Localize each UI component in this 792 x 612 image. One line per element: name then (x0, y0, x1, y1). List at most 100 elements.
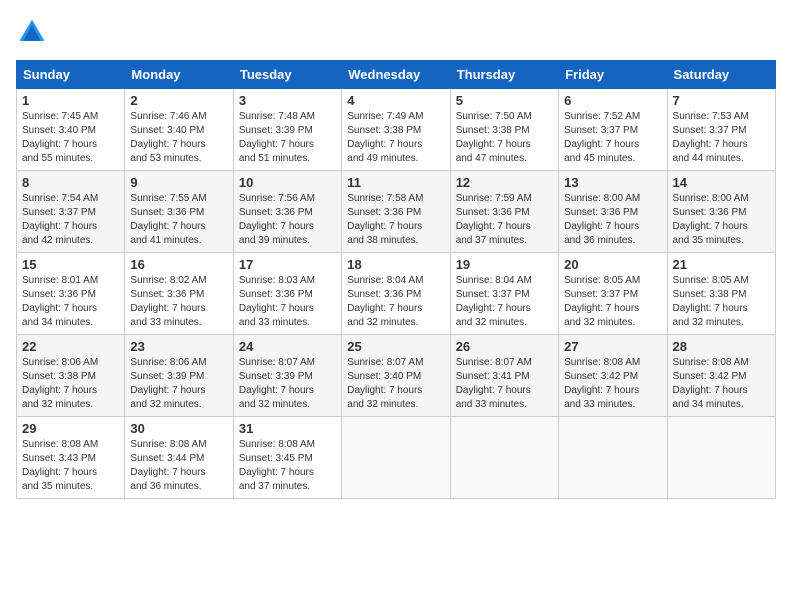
day-info: Sunrise: 8:04 AMSunset: 3:36 PMDaylight:… (347, 274, 444, 330)
day-cell: 12 Sunrise: 7:59 AMSunset: 3:36 PMDayligh… (450, 171, 558, 253)
day-cell: 27 Sunrise: 8:08 AMSunset: 3:42 PMDayligh… (559, 335, 667, 417)
weekday-monday: Monday (125, 61, 233, 89)
day-number: 25 (347, 339, 444, 354)
day-info: Sunrise: 7:56 AMSunset: 3:36 PMDaylight:… (239, 192, 336, 248)
day-cell: 24 Sunrise: 8:07 AMSunset: 3:39 PMDayligh… (233, 335, 341, 417)
weekday-saturday: Saturday (667, 61, 775, 89)
logo-icon (16, 16, 48, 48)
day-info: Sunrise: 8:03 AMSunset: 3:36 PMDaylight:… (239, 274, 336, 330)
week-row-4: 22 Sunrise: 8:06 AMSunset: 3:38 PMDayligh… (17, 335, 776, 417)
day-cell (559, 417, 667, 499)
day-info: Sunrise: 8:00 AMSunset: 3:36 PMDaylight:… (564, 192, 661, 248)
day-info: Sunrise: 8:07 AMSunset: 3:41 PMDaylight:… (456, 356, 553, 412)
weekday-sunday: Sunday (17, 61, 125, 89)
day-info: Sunrise: 7:53 AMSunset: 3:37 PMDaylight:… (673, 110, 770, 166)
weekday-friday: Friday (559, 61, 667, 89)
day-number: 18 (347, 257, 444, 272)
day-cell: 8Sunrise: 7:54 AMSunset: 3:37 PMDaylight… (17, 171, 125, 253)
weekday-tuesday: Tuesday (233, 61, 341, 89)
day-cell: 17 Sunrise: 8:03 AMSunset: 3:36 PMDayligh… (233, 253, 341, 335)
day-info: Sunrise: 7:59 AMSunset: 3:36 PMDaylight:… (456, 192, 553, 248)
weekday-thursday: Thursday (450, 61, 558, 89)
day-info: Sunrise: 8:08 AMSunset: 3:45 PMDaylight:… (239, 438, 336, 494)
day-number: 7 (673, 93, 770, 108)
day-cell: 4 Sunrise: 7:49 AMSunset: 3:38 PMDaylight… (342, 89, 450, 171)
day-cell: 21 Sunrise: 8:05 AMSunset: 3:38 PMDayligh… (667, 253, 775, 335)
week-row-5: 29 Sunrise: 8:08 AMSunset: 3:43 PMDayligh… (17, 417, 776, 499)
day-cell: 30 Sunrise: 8:08 AMSunset: 3:44 PMDayligh… (125, 417, 233, 499)
day-cell: 3 Sunrise: 7:48 AMSunset: 3:39 PMDaylight… (233, 89, 341, 171)
day-info: Sunrise: 8:05 AMSunset: 3:38 PMDaylight:… (673, 274, 770, 330)
day-number: 19 (456, 257, 553, 272)
day-number: 10 (239, 175, 336, 190)
day-cell: 22 Sunrise: 8:06 AMSunset: 3:38 PMDayligh… (17, 335, 125, 417)
calendar-body: 1Sunrise: 7:45 AMSunset: 3:40 PMDaylight… (17, 89, 776, 499)
day-cell: 11 Sunrise: 7:58 AMSunset: 3:36 PMDayligh… (342, 171, 450, 253)
day-cell: 26Sunrise: 8:07 AMSunset: 3:41 PMDayligh… (450, 335, 558, 417)
day-number: 12 (456, 175, 553, 190)
day-number: 3 (239, 93, 336, 108)
day-number: 30 (130, 421, 227, 436)
day-number: 17 (239, 257, 336, 272)
day-info: Sunrise: 8:05 AMSunset: 3:37 PMDaylight:… (564, 274, 661, 330)
day-number: 28 (673, 339, 770, 354)
day-info: Sunrise: 8:02 AMSunset: 3:36 PMDaylight:… (130, 274, 227, 330)
day-cell: 20 Sunrise: 8:05 AMSunset: 3:37 PMDayligh… (559, 253, 667, 335)
day-number: 13 (564, 175, 661, 190)
day-cell (667, 417, 775, 499)
day-cell: 10 Sunrise: 7:56 AMSunset: 3:36 PMDayligh… (233, 171, 341, 253)
day-info: Sunrise: 8:06 AMSunset: 3:38 PMDaylight:… (22, 356, 119, 412)
day-cell: 23Sunrise: 8:06 AMSunset: 3:39 PMDayligh… (125, 335, 233, 417)
day-info: Sunrise: 7:50 AMSunset: 3:38 PMDaylight:… (456, 110, 553, 166)
day-cell: 29 Sunrise: 8:08 AMSunset: 3:43 PMDayligh… (17, 417, 125, 499)
day-number: 9 (130, 175, 227, 190)
day-number: 11 (347, 175, 444, 190)
day-number: 22 (22, 339, 119, 354)
day-number: 5 (456, 93, 553, 108)
day-cell: 19 Sunrise: 8:04 AMSunset: 3:37 PMDayligh… (450, 253, 558, 335)
day-number: 29 (22, 421, 119, 436)
day-cell: 1Sunrise: 7:45 AMSunset: 3:40 PMDaylight… (17, 89, 125, 171)
day-number: 14 (673, 175, 770, 190)
day-info: Sunrise: 7:58 AMSunset: 3:36 PMDaylight:… (347, 192, 444, 248)
day-info: Sunrise: 8:08 AMSunset: 3:43 PMDaylight:… (22, 438, 119, 494)
logo (16, 16, 52, 48)
day-number: 21 (673, 257, 770, 272)
day-cell: 13 Sunrise: 8:00 AMSunset: 3:36 PMDayligh… (559, 171, 667, 253)
day-cell: 5 Sunrise: 7:50 AMSunset: 3:38 PMDaylight… (450, 89, 558, 171)
day-info: Sunrise: 7:55 AMSunset: 3:36 PMDaylight:… (130, 192, 227, 248)
day-info: Sunrise: 7:48 AMSunset: 3:39 PMDaylight:… (239, 110, 336, 166)
day-info: Sunrise: 7:54 AMSunset: 3:37 PMDaylight:… (22, 192, 119, 248)
day-info: Sunrise: 8:08 AMSunset: 3:44 PMDaylight:… (130, 438, 227, 494)
day-cell: 28 Sunrise: 8:08 AMSunset: 3:42 PMDayligh… (667, 335, 775, 417)
day-info: Sunrise: 7:46 AMSunset: 3:40 PMDaylight:… (130, 110, 227, 166)
weekday-wednesday: Wednesday (342, 61, 450, 89)
week-row-2: 8Sunrise: 7:54 AMSunset: 3:37 PMDaylight… (17, 171, 776, 253)
page-header (16, 16, 776, 48)
day-number: 24 (239, 339, 336, 354)
day-number: 15 (22, 257, 119, 272)
week-row-3: 15 Sunrise: 8:01 AMSunset: 3:36 PMDayligh… (17, 253, 776, 335)
day-info: Sunrise: 8:01 AMSunset: 3:36 PMDaylight:… (22, 274, 119, 330)
day-info: Sunrise: 7:49 AMSunset: 3:38 PMDaylight:… (347, 110, 444, 166)
day-number: 27 (564, 339, 661, 354)
day-info: Sunrise: 8:08 AMSunset: 3:42 PMDaylight:… (564, 356, 661, 412)
day-info: Sunrise: 8:04 AMSunset: 3:37 PMDaylight:… (456, 274, 553, 330)
day-cell: 7 Sunrise: 7:53 AMSunset: 3:37 PMDaylight… (667, 89, 775, 171)
day-number: 1 (22, 93, 119, 108)
day-info: Sunrise: 8:07 AMSunset: 3:39 PMDaylight:… (239, 356, 336, 412)
day-number: 2 (130, 93, 227, 108)
day-number: 31 (239, 421, 336, 436)
day-info: Sunrise: 8:08 AMSunset: 3:42 PMDaylight:… (673, 356, 770, 412)
day-cell: 16 Sunrise: 8:02 AMSunset: 3:36 PMDayligh… (125, 253, 233, 335)
day-number: 4 (347, 93, 444, 108)
day-cell (342, 417, 450, 499)
day-cell: 14Sunrise: 8:00 AMSunset: 3:36 PMDayligh… (667, 171, 775, 253)
day-number: 20 (564, 257, 661, 272)
day-number: 6 (564, 93, 661, 108)
day-cell: 6Sunrise: 7:52 AMSunset: 3:37 PMDaylight… (559, 89, 667, 171)
weekday-header-row: SundayMondayTuesdayWednesdayThursdayFrid… (17, 61, 776, 89)
day-number: 16 (130, 257, 227, 272)
calendar: SundayMondayTuesdayWednesdayThursdayFrid… (16, 60, 776, 499)
day-cell: 31 Sunrise: 8:08 AMSunset: 3:45 PMDayligh… (233, 417, 341, 499)
